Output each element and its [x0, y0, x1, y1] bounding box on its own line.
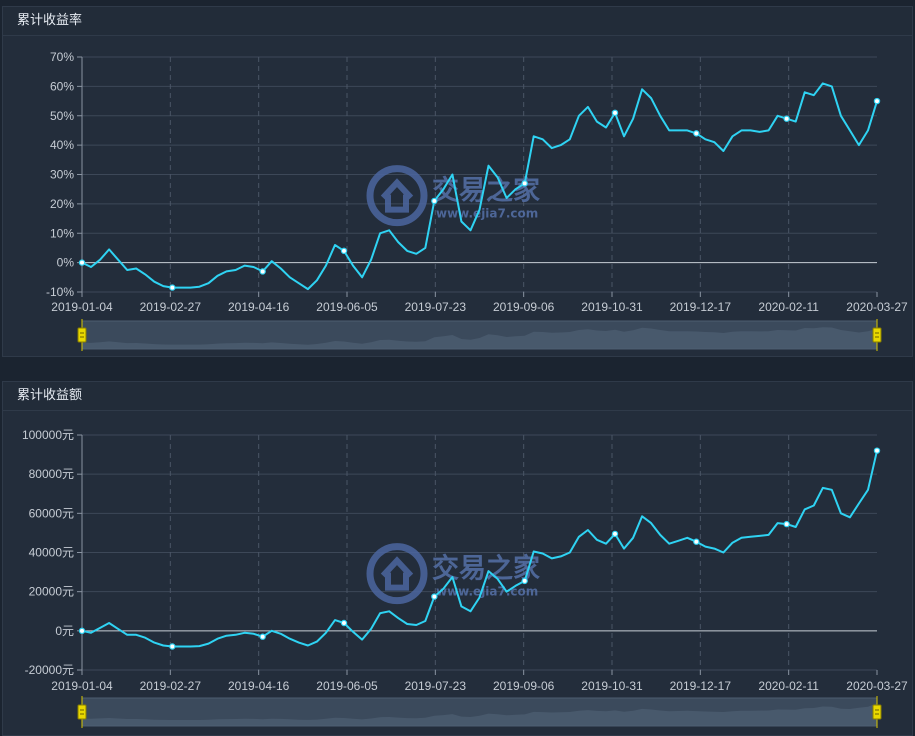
watermark-logo-icon — [366, 165, 428, 227]
data-point-marker — [873, 97, 881, 105]
data-point-marker — [340, 247, 348, 255]
x-tick-label: 2019-02-27 — [140, 300, 202, 314]
charts-canvas: 70%60%50%40%30%20%10%0%-10%2019-01-04 201… — [22, 50, 908, 728]
data-point-marker — [78, 259, 86, 266]
y-tick-label: 30% — [50, 168, 74, 182]
data-point-marker — [169, 643, 176, 650]
y-tick-label: 20000元 — [29, 585, 74, 599]
x-tick-label: 2019-07-23 — [405, 679, 467, 693]
x-tick-label: 2019-06-05 — [316, 300, 378, 314]
zoom-handle-left[interactable] — [77, 704, 87, 720]
data-point-marker — [340, 619, 348, 627]
y-tick-label: 80000元 — [29, 467, 74, 481]
watermark-logo-icon — [366, 543, 428, 605]
y-tick-label: -20000元 — [25, 663, 74, 677]
y-tick-label: 40000元 — [29, 546, 74, 560]
x-tick-label: 2020-02-11 — [758, 679, 819, 693]
data-point-marker — [873, 447, 881, 454]
y-tick-label: 10% — [50, 226, 74, 240]
y-tick-label: 60% — [50, 79, 74, 93]
y-tick-label: 40% — [50, 138, 74, 152]
y-tick-label: -10% — [46, 285, 74, 299]
x-tick-label: 2019-06-05 — [316, 679, 378, 693]
y-tick-label: 50% — [50, 109, 74, 123]
data-point-marker — [78, 627, 86, 635]
zoom-handle-right[interactable] — [872, 704, 882, 720]
x-tick-label: 2020-03-27 — [846, 679, 908, 693]
x-tick-label: 2019-04-16 — [228, 679, 290, 693]
data-point-marker — [693, 130, 700, 137]
zoom-handle-left[interactable] — [77, 327, 87, 343]
x-tick-label: 2019-10-31 — [581, 679, 643, 693]
y-tick-label: 20% — [50, 197, 74, 211]
watermark-url: www.ejia7.com — [436, 585, 538, 599]
series-line — [81, 450, 878, 648]
watermark-url: www.ejia7.com — [436, 207, 538, 221]
x-tick-label: 2019-10-31 — [581, 300, 643, 314]
x-tick-label: 2020-02-11 — [758, 300, 819, 314]
data-point-marker — [783, 520, 790, 528]
x-tick-label: 2019-09-06 — [493, 679, 555, 693]
watermark-house-icon — [380, 178, 414, 213]
x-tick-label: 2019-04-16 — [228, 300, 290, 314]
x-tick-label: 2019-09-06 — [493, 300, 555, 314]
data-point-marker — [693, 538, 700, 545]
data-point-marker — [431, 197, 438, 205]
data-point-marker — [611, 109, 619, 117]
data-point-marker — [521, 180, 528, 187]
y-tick-label: 100000元 — [22, 428, 74, 442]
data-point-marker — [431, 593, 438, 600]
data-point-marker — [783, 115, 790, 122]
data-point-marker — [611, 530, 619, 538]
y-tick-label: 0元 — [55, 624, 74, 638]
x-tick-label: 2019-07-23 — [405, 300, 467, 314]
data-point-marker — [169, 284, 176, 291]
y-tick-label: 60000元 — [29, 506, 74, 520]
watermark-house-icon — [380, 556, 414, 591]
data-point-marker — [259, 268, 266, 275]
x-tick-label: 2019-12-17 — [670, 300, 732, 314]
y-tick-label: 70% — [50, 50, 74, 64]
x-tick-label: 2019-01-04 — [51, 679, 113, 693]
y-tick-label: 0% — [57, 256, 75, 270]
zoom-handle-right[interactable] — [872, 327, 882, 343]
data-point-marker — [521, 577, 528, 585]
x-tick-label: 2020-03-27 — [846, 300, 908, 314]
x-tick-label: 2019-12-17 — [670, 679, 732, 693]
x-tick-label: 2019-02-27 — [140, 679, 202, 693]
data-point-marker — [259, 633, 266, 640]
x-tick-label: 2019-01-04 — [51, 300, 113, 314]
